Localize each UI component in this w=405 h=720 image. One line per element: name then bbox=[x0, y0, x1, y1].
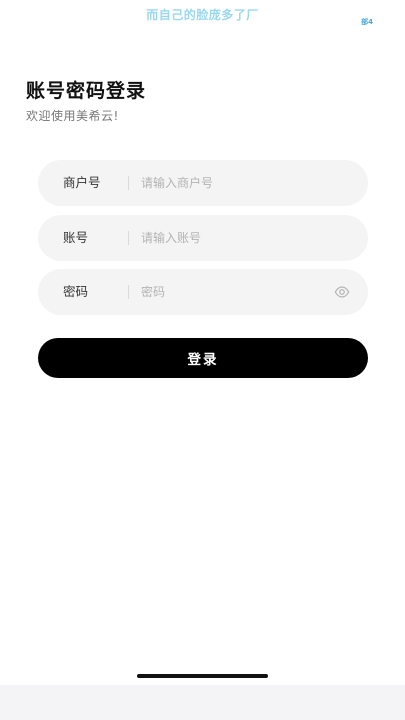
login-button[interactable]: 登录 bbox=[38, 338, 368, 378]
merchant-field[interactable]: 商户号 bbox=[38, 160, 368, 206]
page-subtitle: 欢迎使用美希云! bbox=[26, 109, 119, 123]
account-input[interactable] bbox=[141, 215, 321, 261]
account-label: 账号 bbox=[63, 230, 89, 245]
bottom-bar bbox=[0, 685, 405, 720]
merchant-divider bbox=[128, 176, 129, 190]
merchant-label: 商户号 bbox=[63, 175, 101, 190]
eye-icon[interactable] bbox=[334, 284, 350, 300]
password-field[interactable]: 密码 bbox=[38, 269, 368, 315]
home-indicator[interactable] bbox=[137, 674, 268, 678]
account-field[interactable]: 账号 bbox=[38, 215, 368, 261]
merchant-input[interactable] bbox=[141, 160, 321, 206]
page-title: 账号密码登录 bbox=[26, 80, 147, 102]
password-label: 密码 bbox=[63, 284, 89, 299]
account-divider bbox=[128, 231, 129, 245]
status-badge: 部4 bbox=[361, 18, 373, 26]
status-marquee-text: 而自己的脸庞多了厂 bbox=[146, 8, 259, 22]
password-divider bbox=[128, 285, 129, 299]
password-input[interactable] bbox=[141, 269, 321, 315]
login-screen: 而自己的脸庞多了厂 部4 账号密码登录 欢迎使用美希云! 商户号 账号 密码 登… bbox=[0, 0, 405, 720]
status-bar: 而自己的脸庞多了厂 部4 bbox=[0, 0, 405, 32]
